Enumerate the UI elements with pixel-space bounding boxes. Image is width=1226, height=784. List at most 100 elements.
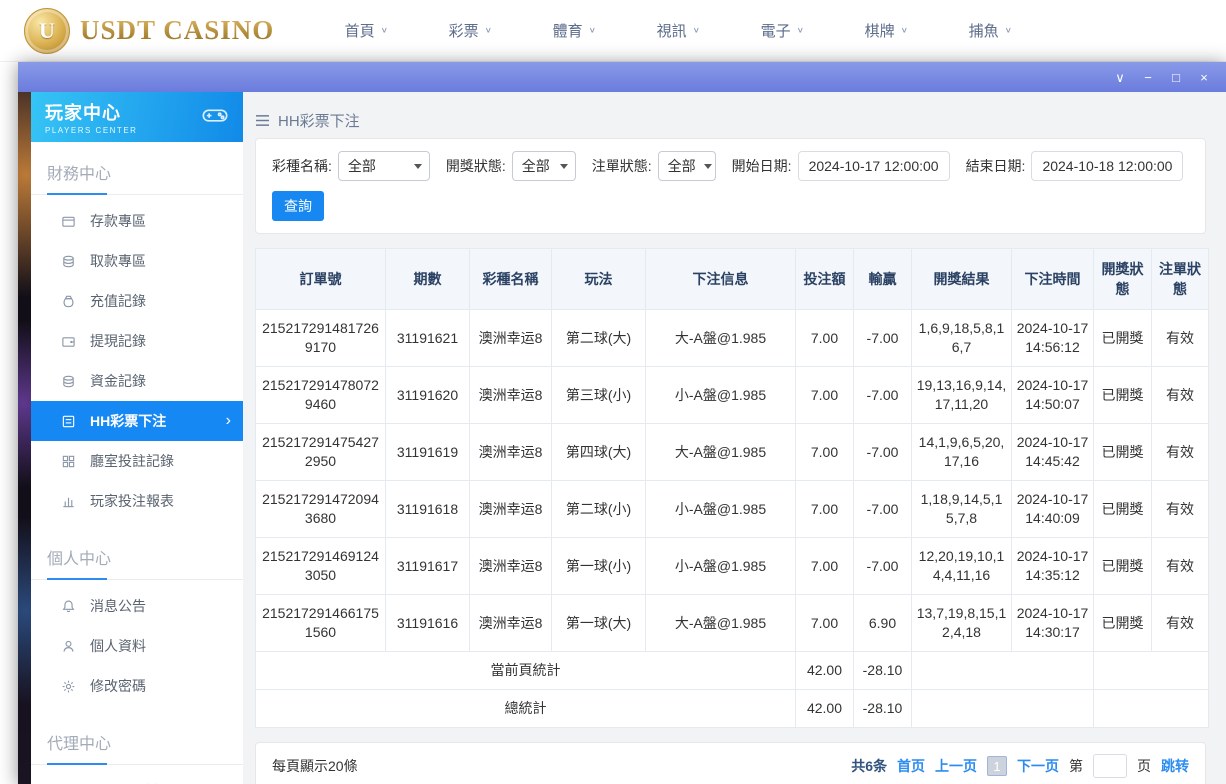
col-header-order-no: 訂單號 xyxy=(256,249,386,310)
sidebar-item-funds-records[interactable]: 資金記錄 xyxy=(31,361,243,401)
cell-draw-result: 1,18,9,14,5,15,7,8 xyxy=(912,481,1012,538)
chevron-down-icon xyxy=(414,164,422,169)
jump-page-input[interactable] xyxy=(1093,754,1127,778)
cell-period: 31191617 xyxy=(386,538,470,595)
nav-item-slots[interactable]: 電子∨ xyxy=(730,20,834,41)
cell-bet-amount: 7.00 xyxy=(796,481,854,538)
summary-row: 總統計42.00-28.10 xyxy=(256,690,1209,728)
chevron-down-icon: ∨ xyxy=(485,26,492,35)
jump-suffix-label: 页 xyxy=(1137,756,1151,776)
sidebar-header: 玩家中心 PLAYERS CENTER xyxy=(31,92,243,142)
sidebar-item-withdraw-zone[interactable]: 取款專區 xyxy=(31,241,243,281)
sidebar-item-messages[interactable]: 消息公告 xyxy=(31,586,243,626)
cell-play-type: 第二球(大) xyxy=(552,310,646,367)
cell-draw-result: 19,13,16,9,14,17,11,20 xyxy=(912,367,1012,424)
summary-bet-total: 42.00 xyxy=(796,652,854,690)
summary-label: 當前頁統計 xyxy=(256,652,796,690)
cell-order-no: 2152172914780729460 xyxy=(256,367,386,424)
jump-button[interactable]: 跳转 xyxy=(1161,756,1189,776)
cell-order-status: 有效 xyxy=(1152,424,1209,481)
cell-bet-amount: 7.00 xyxy=(796,310,854,367)
prev-page-link[interactable]: 上一页 xyxy=(935,756,977,776)
cell-draw-status: 已開獎 xyxy=(1094,424,1152,481)
sidebar-item-recharge-records[interactable]: 充值記錄 xyxy=(31,281,243,321)
sidebar-item-change-password[interactable]: 修改密碼 xyxy=(31,666,243,706)
sidebar-menu: 財務中心存款專區取款專區充值記錄提現記錄資金記錄 HH彩票下注›廳室投註記錄玩家投… xyxy=(31,142,243,784)
sidebar-subtitle: PLAYERS CENTER xyxy=(45,126,137,135)
order-status-select[interactable]: 全部 xyxy=(658,151,716,181)
nav-item-live-video[interactable]: 視訊∨ xyxy=(626,20,730,41)
nav-item-lottery[interactable]: 彩票 ∨ xyxy=(418,20,522,41)
nav-item-label: 視訊 xyxy=(657,20,687,41)
window-body: 玩家中心 PLAYERS CENTER 財務中心存款專區取款專區充值記錄提現記錄… xyxy=(18,92,1226,784)
sidebar-item-player-bet-report[interactable]: 玩家投注報表 xyxy=(31,481,243,521)
cell-bet-info: 小-A盤@1.985 xyxy=(646,538,796,595)
col-header-bet-amount: 投注額 xyxy=(796,249,854,310)
nav-item-chess[interactable]: 棋牌∨ xyxy=(834,20,938,41)
menu-group: 代理規則說明 xyxy=(31,765,243,784)
cell-draw-result: 1,6,9,18,5,8,16,7 xyxy=(912,310,1012,367)
cell-draw-status: 已開獎 xyxy=(1094,595,1152,652)
chevron-down-icon: ∨ xyxy=(589,26,596,35)
chart-icon xyxy=(61,494,76,509)
nav-item-label: 彩票 xyxy=(449,20,479,41)
window-collapse-icon[interactable]: ∨ xyxy=(1108,67,1132,87)
sidebar-item-hall-bet-records[interactable]: 廳室投註記錄 xyxy=(31,441,243,481)
top-navbar: U USDT CASINO 首頁∨彩票∨體育∨視訊∨電子∨棋牌∨捕魚∨ xyxy=(0,0,1226,62)
cell-order-no: 2152172914754272950 xyxy=(256,424,386,481)
section-header: 個人中心 xyxy=(31,533,243,580)
col-header-win-loss: 輸贏 xyxy=(854,249,912,310)
summary-row: 當前頁統計42.00-28.10 xyxy=(256,652,1209,690)
cell-bet-time: 2024-10-17 14:45:42 xyxy=(1012,424,1094,481)
cell-order-status: 有效 xyxy=(1152,481,1209,538)
sidebar-title: 玩家中心 xyxy=(45,99,137,125)
brand[interactable]: U USDT CASINO xyxy=(24,8,274,54)
table-panel: 訂單號期數彩種名稱玩法下注信息投注額輸贏開獎結果下注時間開獎狀態注單狀態2152… xyxy=(255,248,1206,728)
col-header-bet-time: 下注時間 xyxy=(1012,249,1094,310)
nav-item-home[interactable]: 首頁∨ xyxy=(314,20,418,41)
chevron-right-icon: › xyxy=(226,412,231,430)
lottery-name-select[interactable]: 全部 xyxy=(338,151,430,181)
sidebar-item-deposit-zone[interactable]: 存款專區 xyxy=(31,201,243,241)
chevron-down-icon xyxy=(704,164,712,169)
window-maximize-icon[interactable]: □ xyxy=(1164,67,1188,87)
sidebar-item-withdrawal-records[interactable]: 提現記錄 xyxy=(31,321,243,361)
cell-draw-result: 14,1,9,6,5,20,17,16 xyxy=(912,424,1012,481)
sidebar-item-profile[interactable]: 個人資料 xyxy=(31,626,243,666)
window-close-icon[interactable]: × xyxy=(1192,67,1216,87)
sidebar-item-label: 充值記錄 xyxy=(90,291,146,311)
menu-collapse-icon[interactable] xyxy=(255,114,270,127)
col-header-play-type: 玩法 xyxy=(552,249,646,310)
next-page-link[interactable]: 下一页 xyxy=(1017,756,1059,776)
cell-play-type: 第三球(小) xyxy=(552,367,646,424)
table-row: 215217291475427295031191619澳洲幸运8第四球(大)大-… xyxy=(256,424,1209,481)
window-titlebar[interactable]: ∨ − □ × xyxy=(18,62,1226,92)
main-nav: 首頁∨彩票∨體育∨視訊∨電子∨棋牌∨捕魚∨ xyxy=(314,20,1042,41)
main-content: HH彩票下注 彩種名稱: 全部 開獎狀態: 全部 xyxy=(243,92,1226,784)
first-page-link[interactable]: 首页 xyxy=(897,756,925,776)
nav-item-fishing[interactable]: 捕魚∨ xyxy=(938,20,1042,41)
total-count: 共6条 xyxy=(851,756,887,776)
bets-table: 訂單號期數彩種名稱玩法下注信息投注額輸贏開獎結果下注時間開獎狀態注單狀態2152… xyxy=(255,248,1209,728)
search-button[interactable]: 查詢 xyxy=(272,191,324,221)
sidebar-item-label: 資金記錄 xyxy=(90,371,146,391)
nav-item-label: 捕魚 xyxy=(969,20,999,41)
col-header-draw-status: 開獎狀態 xyxy=(1094,249,1152,310)
sidebar-item-agent-rules[interactable]: 代理規則說明 xyxy=(31,771,243,784)
window-minimize-icon[interactable]: − xyxy=(1136,67,1160,87)
section-header: 財務中心 xyxy=(31,148,243,195)
cell-play-type: 第四球(大) xyxy=(552,424,646,481)
sidebar-item-hh-lottery-bets[interactable]: HH彩票下注› xyxy=(31,401,243,441)
summary-empty xyxy=(1094,690,1209,728)
cell-bet-amount: 7.00 xyxy=(796,424,854,481)
coins-icon xyxy=(61,254,76,269)
start-date-input[interactable] xyxy=(798,151,950,181)
nav-item-sports[interactable]: 體育∨ xyxy=(522,20,626,41)
summary-win-loss-total: -28.10 xyxy=(854,690,912,728)
current-page-badge[interactable]: 1 xyxy=(987,756,1007,776)
start-date-label: 開始日期: xyxy=(732,156,792,176)
table-row: 215217291478072946031191620澳洲幸运8第三球(小)小-… xyxy=(256,367,1209,424)
summary-label: 總統計 xyxy=(256,690,796,728)
end-date-input[interactable] xyxy=(1031,151,1183,181)
draw-status-select[interactable]: 全部 xyxy=(512,151,576,181)
